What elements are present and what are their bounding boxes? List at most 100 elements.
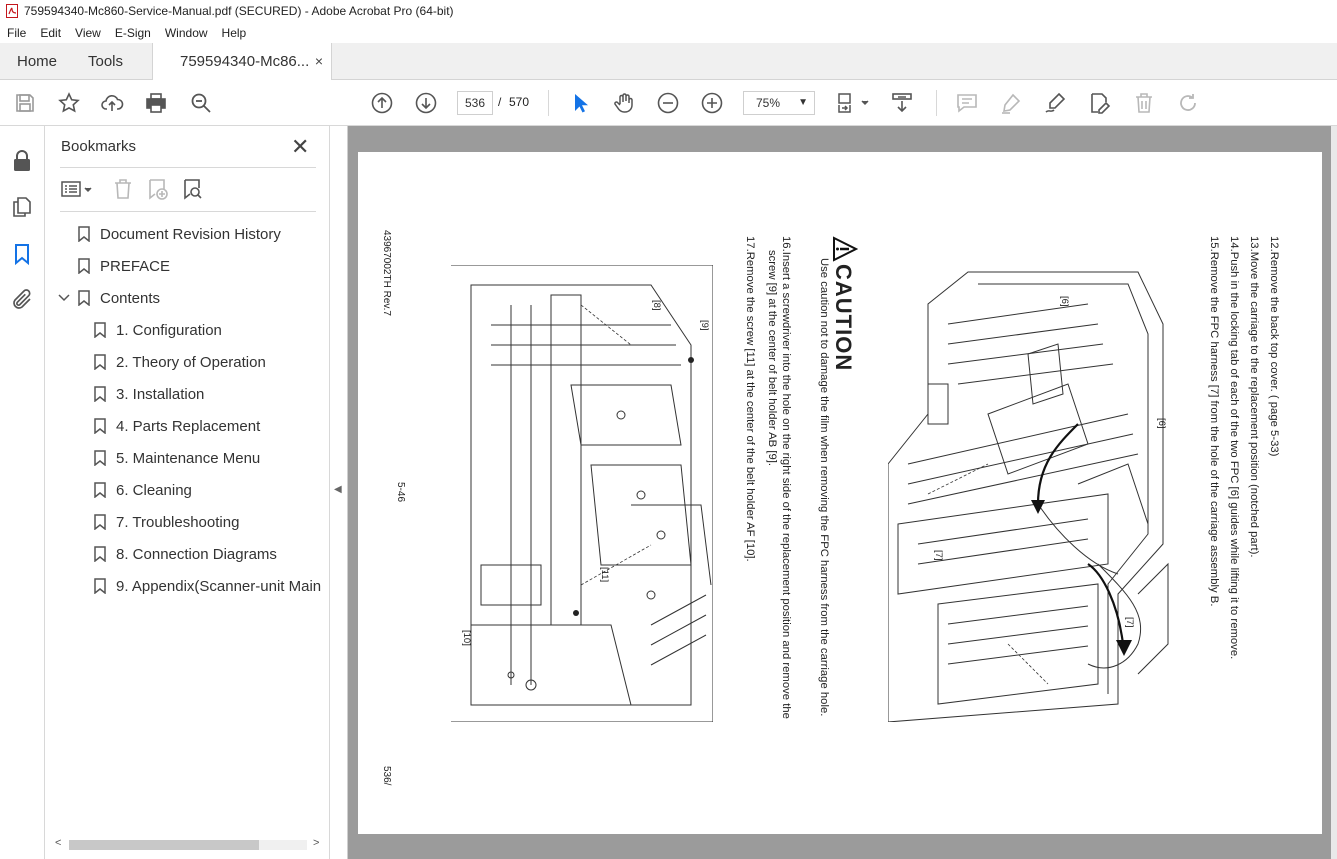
bookmark-flag-icon	[94, 450, 106, 466]
bookmark-item[interactable]: 5. Maintenance Menu	[94, 446, 260, 470]
step-17-text: 17.Remove the screw [11] at the center o…	[744, 236, 756, 562]
bookmark-item[interactable]: 4. Parts Replacement	[94, 414, 260, 438]
comment-icon[interactable]	[955, 91, 979, 115]
new-bookmark-icon[interactable]	[145, 177, 169, 201]
step-13-text: 13.Move the carriage to the replacement …	[1248, 236, 1260, 558]
hand-icon[interactable]	[612, 91, 636, 115]
title-bar: 759594340-Mc860-Service-Manual.pdf (SECU…	[0, 0, 1337, 22]
step-16-text-line2: screw [9] at the center of belt holder A…	[766, 250, 778, 467]
bookmark-item[interactable]: 8. Connection Diagrams	[94, 542, 277, 566]
bookmark-item[interactable]: 1. Configuration	[94, 318, 222, 342]
scroll-left-icon[interactable]: <	[55, 837, 61, 849]
page-up-icon[interactable]	[370, 91, 394, 115]
bookmark-flag-icon	[94, 578, 106, 594]
delete-bookmark-icon[interactable]	[111, 177, 135, 201]
print-icon[interactable]	[144, 91, 168, 115]
menu-help[interactable]: Help	[215, 26, 254, 40]
page-label: 5-46	[395, 482, 406, 503]
select-cursor-icon[interactable]	[568, 91, 592, 115]
save-icon[interactable]	[13, 91, 37, 115]
scroll-mode-icon[interactable]	[890, 91, 914, 115]
scroll-thumb[interactable]	[69, 840, 259, 850]
pages-icon[interactable]	[10, 195, 34, 219]
bookmark-icon[interactable]	[10, 242, 34, 266]
bookmark-flag-icon	[78, 226, 90, 242]
bookmark-item[interactable]: Document Revision History	[78, 222, 281, 246]
bookmark-item[interactable]: 2. Theory of Operation	[94, 350, 266, 374]
callout-7b: [7]	[1124, 617, 1135, 628]
bookmark-item[interactable]: PREFACE	[78, 254, 170, 278]
bookmark-label: 4. Parts Replacement	[116, 417, 261, 435]
zoom-search-icon[interactable]	[189, 91, 213, 115]
fit-page-icon[interactable]	[836, 91, 870, 115]
bookmark-label: 7. Troubleshooting	[116, 513, 240, 531]
zoom-select[interactable]: 75% ▼	[743, 91, 815, 115]
window-title: 759594340-Mc860-Service-Manual.pdf (SECU…	[24, 4, 454, 18]
caution-text: Use caution not to damage the film when …	[818, 258, 830, 717]
bookmark-options-icon[interactable]	[60, 177, 96, 201]
vertical-scrollbar[interactable]	[1331, 126, 1337, 859]
chevron-down-icon: ▼	[798, 97, 808, 108]
delete-icon[interactable]	[1132, 91, 1156, 115]
zoom-out-icon[interactable]	[656, 91, 680, 115]
star-icon[interactable]	[57, 91, 81, 115]
step-12-text: 12.Remove the back top cover. ( page 5-3…	[1268, 236, 1280, 457]
toolbar: 536 / 570 75% ▼	[0, 80, 1337, 126]
chevron-down-icon[interactable]	[58, 292, 70, 304]
upload-icon[interactable]	[100, 91, 124, 115]
caution-title: CAUTION	[831, 264, 856, 372]
sign-icon[interactable]	[1043, 91, 1067, 115]
bookmark-flag-icon	[78, 258, 90, 274]
tab-tools[interactable]: Tools	[88, 43, 123, 80]
attachment-icon[interactable]	[10, 288, 34, 312]
page-separator: /	[498, 95, 502, 109]
scroll-right-icon[interactable]: >	[313, 837, 319, 849]
carriage-fpc-figure	[888, 271, 1169, 722]
highlight-icon[interactable]	[999, 91, 1023, 115]
lock-icon[interactable]	[10, 149, 34, 173]
step-15-text: 15.Remove the FPC harness [7] from the h…	[1208, 236, 1220, 607]
bookmark-item[interactable]: 9. Appendix(Scanner-unit Main	[94, 574, 322, 598]
collapse-left-icon[interactable]: ◀	[334, 484, 342, 495]
close-icon[interactable]: ✕	[291, 134, 309, 160]
bookmark-flag-icon	[94, 386, 106, 402]
bookmark-item[interactable]: 7. Troubleshooting	[94, 510, 239, 534]
bookmarks-panel: Bookmarks ✕ Document Revision History PR…	[45, 126, 330, 859]
document-viewer: 12.Remove the back top cover. ( page 5-3…	[348, 126, 1337, 859]
bookmark-label: Contents	[100, 289, 161, 307]
bookmark-item[interactable]: Contents	[58, 286, 161, 310]
tab-close-icon[interactable]: ×	[315, 43, 323, 80]
horizontal-scrollbar[interactable]: < >	[55, 837, 325, 853]
callout-10: [10]	[461, 630, 472, 646]
bookmark-item[interactable]: 3. Installation	[94, 382, 204, 406]
tab-document[interactable]: 759594340-Mc86... ×	[152, 43, 332, 81]
menu-esign[interactable]: E-Sign	[108, 26, 158, 40]
callout-11: [11]	[599, 567, 610, 583]
bookmark-label: 8. Connection Diagrams	[116, 545, 277, 563]
bookmark-flag-icon	[94, 354, 106, 370]
bookmark-search-icon[interactable]	[180, 177, 204, 201]
tab-document-label: 759594340-Mc86...	[180, 53, 310, 70]
bookmark-flag-icon	[94, 546, 106, 562]
tab-home[interactable]: Home	[17, 43, 57, 80]
bookmark-flag-icon	[94, 482, 106, 498]
menu-edit[interactable]: Edit	[33, 26, 68, 40]
edit-icon[interactable]	[1087, 91, 1111, 115]
callout-7a: [7]	[933, 550, 944, 561]
menu-file[interactable]: File	[0, 26, 33, 40]
pdf-app-icon	[6, 4, 18, 18]
menu-window[interactable]: Window	[158, 26, 215, 40]
toolbar-divider	[548, 90, 549, 116]
redo-icon[interactable]	[1176, 91, 1200, 115]
navigation-rail	[0, 126, 45, 859]
panel-collapse-handle[interactable]: ◀	[330, 126, 348, 859]
page-down-icon[interactable]	[414, 91, 438, 115]
bookmark-label: PREFACE	[100, 257, 171, 275]
page-footer: 536/	[381, 766, 392, 786]
bookmark-item[interactable]: 6. Cleaning	[94, 478, 192, 502]
menu-view[interactable]: View	[68, 26, 108, 40]
bookmark-flag-icon	[94, 322, 106, 338]
zoom-in-icon[interactable]	[700, 91, 724, 115]
current-page-input[interactable]: 536	[457, 91, 493, 115]
bookmarks-title: Bookmarks	[61, 138, 137, 155]
